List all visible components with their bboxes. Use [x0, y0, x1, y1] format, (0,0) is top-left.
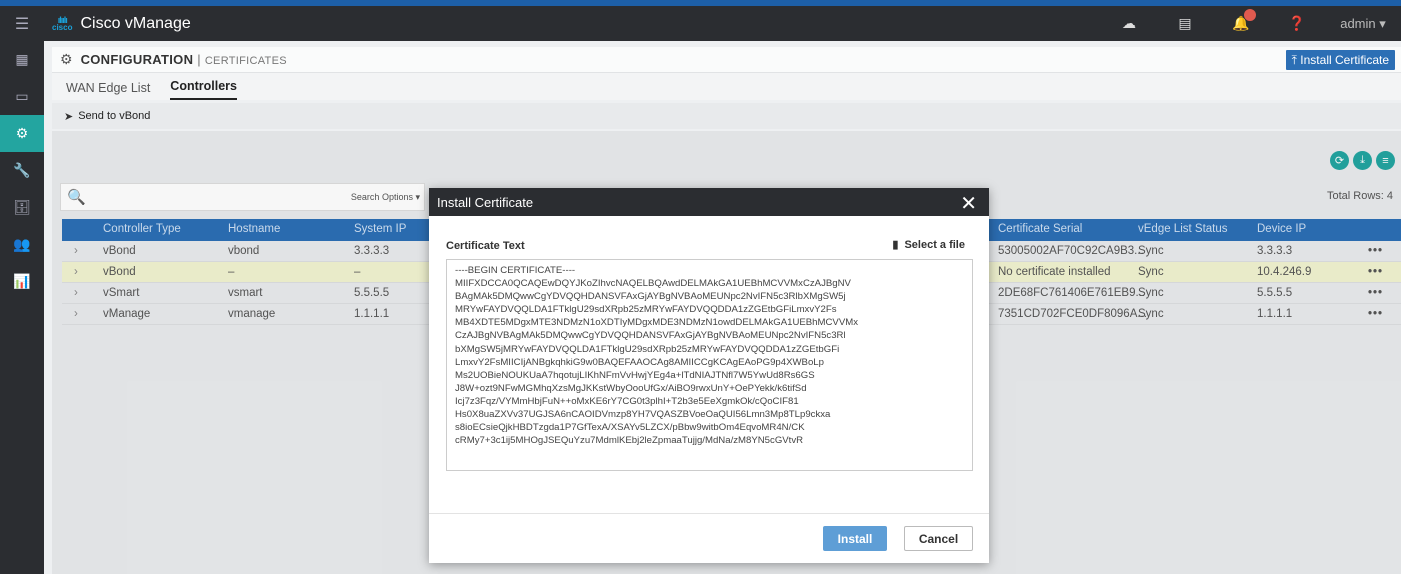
configuration-nav-icon[interactable]: ⚙ [0, 115, 44, 152]
cisco-brand-mark: ılıılı cisco [52, 15, 73, 32]
cert-line: cRMy7+3c1ij5MHOgJSEQuYzu7MdmlKEbj2leZpma… [455, 435, 804, 447]
select-file-button[interactable]: ▮ Select a file [892, 238, 965, 251]
install-certificate-dialog: Install Certificate ✕ Certificate Text ▮… [429, 188, 989, 563]
analytics-nav-icon[interactable]: 📊 [0, 263, 44, 300]
cert-line: J8W+ozt9NFwMGMhqXzsMgJKKstWbyOooUfGx/AiB… [455, 382, 807, 394]
page-title: CONFIGURATION | CERTIFICATES [81, 52, 287, 67]
dashboard-nav-icon[interactable]: ▦ [0, 41, 44, 78]
title-separator: | [197, 52, 201, 67]
certificate-text-label: Certificate Text [446, 240, 525, 252]
administration-nav-icon[interactable]: 👥 [0, 226, 44, 263]
tab-bar: WAN Edge List Controllers [52, 73, 1401, 100]
tab-wan-edge-list[interactable]: WAN Edge List [66, 81, 150, 100]
cert-line: bXMgSW5jMRYwFAYDVQQLDA1FTklgU29sdXRpb25z… [455, 343, 840, 355]
certificate-textarea[interactable]: ----BEGIN CERTIFICATE---- MIIFXDCCA0QCAQ… [446, 259, 973, 471]
user-name: admin [1340, 15, 1376, 31]
cert-line: MB4XDTE5MDgxMTE3NDMzN1oXDTIyMDgxMDE3NDMz… [455, 317, 859, 329]
alarm-bell-icon[interactable]: 🔔 [1213, 9, 1269, 32]
page-section: CONFIGURATION [80, 52, 194, 67]
page-subsection: CERTIFICATES [204, 55, 287, 67]
cert-line: Ms2UOBieNOUKUaA7hqotujLIKhNFmVvHwjYEg4a+… [455, 369, 815, 381]
user-menu[interactable]: admin ▾ [1325, 16, 1401, 32]
hamburger-menu-icon[interactable]: ☰ [0, 6, 44, 41]
cert-line: ----BEGIN CERTIFICATE---- [455, 265, 576, 276]
tab-controllers[interactable]: Controllers [170, 79, 237, 100]
install-button[interactable]: Install [823, 526, 887, 551]
cloud-icon[interactable]: ☁ [1101, 15, 1157, 32]
send-icon: ➤ [64, 110, 74, 123]
file-icon: ▮ [892, 239, 899, 251]
help-icon[interactable]: ❓ [1269, 15, 1325, 32]
cert-line: CzAJBgNVBAgMAk5DMQwwCgYDVQQHDANSVFAxGjAY… [455, 330, 846, 342]
top-icons: ☁ ▤ 🔔 ❓ admin ▾ [1101, 6, 1401, 41]
upload-icon: ⤒ [1291, 52, 1301, 67]
cert-line: Hs0X8uaZXVv37UGJSA6nCAOIDVmzp8YH7VQASZBV… [455, 409, 831, 421]
alarm-badge [1244, 9, 1256, 21]
top-bar: ☰ ılıılı cisco Cisco vManage ☁ ▤ 🔔 ❓ admi… [0, 0, 1401, 41]
clipboard-icon[interactable]: ▤ [1157, 15, 1213, 32]
send-to-vbond-button[interactable]: Send to vBond [78, 110, 150, 122]
dialog-header: Install Certificate ✕ [429, 188, 989, 216]
action-bar: ➤ Send to vBond [52, 103, 1401, 129]
cert-line: MRYwFAYDVQQLDA1FTklgU29sdXRpb25zMRYwFAYD… [455, 304, 837, 316]
dialog-footer-divider [429, 513, 989, 514]
gear-icon: ⚙ [60, 51, 73, 67]
cert-line: s8ioECsieQjkHBDTzgda1P7GfTexA/XSAYv5LZCX… [455, 422, 805, 434]
maintenance-nav-icon[interactable]: 🗄 [0, 189, 44, 226]
tools-nav-icon[interactable]: 🔧 [0, 152, 44, 189]
monitor-nav-icon[interactable]: ▭ [0, 78, 44, 115]
dialog-title: Install Certificate [437, 194, 534, 210]
cert-line: Icj7z3Fqz/VYMmHbjFuN++oMxKE6rY7CG0t3plhI… [455, 395, 799, 407]
select-file-label: Select a file [904, 239, 965, 251]
cert-line: BAgMAk5DMQwwCgYDVQQHDANSVFAxGjAYBgNVBAoM… [455, 291, 846, 303]
cisco-logo[interactable]: ılıılı cisco Cisco vManage [52, 12, 191, 36]
app-title: Cisco vManage [80, 15, 191, 32]
install-certificate-label: Install Certificate [1300, 53, 1389, 67]
page-header: ⚙ CONFIGURATION | CERTIFICATES ⤒ Install… [52, 47, 1401, 73]
close-icon[interactable]: ✕ [960, 191, 977, 216]
left-nav-rail: ▦ ▭ ⚙ 🔧 🗄 👥 📊 [0, 41, 44, 574]
cert-line: LmxvY2FsMIICIjANBgkqhkiG9w0BAQEFAAOCAg8A… [455, 356, 824, 368]
cancel-button[interactable]: Cancel [904, 526, 973, 551]
install-certificate-button[interactable]: ⤒ Install Certificate [1285, 50, 1395, 70]
cert-line: MIIFXDCCA0QCAQEwDQYJKoZIhvcNAQELBQAwdDEL… [455, 278, 851, 290]
